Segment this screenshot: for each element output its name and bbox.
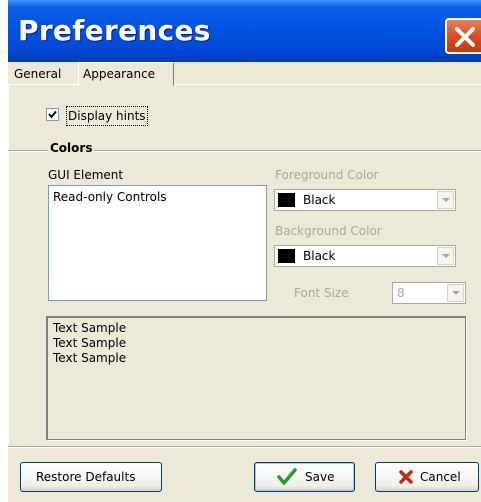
tab-appearance[interactable]: Appearance <box>78 62 174 86</box>
dropdown-arrow[interactable] <box>437 247 454 265</box>
color-swatch <box>278 193 295 207</box>
chevron-down-icon <box>442 198 450 202</box>
cancel-label: Cancel <box>420 470 461 484</box>
colors-group-label: Colors <box>48 141 95 155</box>
close-icon <box>455 27 475 47</box>
tab-strip: General Appearance <box>8 62 481 86</box>
chevron-down-icon <box>452 291 460 295</box>
footer-divider <box>8 447 481 448</box>
restore-defaults-label: Restore Defaults <box>36 470 136 484</box>
dropdown-arrow[interactable] <box>437 191 454 209</box>
restore-defaults-button[interactable]: Restore Defaults <box>20 462 162 492</box>
checkmark-icon <box>277 468 297 485</box>
title-bar[interactable]: Preferences <box>8 0 481 62</box>
panel-border <box>8 84 9 444</box>
chevron-down-icon <box>442 254 450 258</box>
display-hints-label[interactable]: Display hints <box>66 106 148 126</box>
font-size-label: Font Size <box>294 286 349 300</box>
font-size-value: 8 <box>397 286 405 300</box>
sample-text: Text Sample <box>53 351 127 365</box>
tab-border <box>174 84 481 85</box>
close-icon <box>399 470 413 484</box>
gui-element-label: GUI Element <box>48 168 124 182</box>
sample-text: Text Sample <box>53 321 127 335</box>
background-color-value: Black <box>303 249 336 263</box>
foreground-color-value: Black <box>303 193 336 207</box>
text-sample-box: Text Sample Text Sample Text Sample <box>46 316 466 440</box>
tab-border <box>8 84 78 85</box>
gui-element-list[interactable]: Read-only Controls <box>48 185 267 301</box>
background-color-label: Background Color <box>275 224 382 238</box>
color-swatch <box>278 249 295 263</box>
save-label: Save <box>305 470 335 484</box>
sample-text: Text Sample <box>53 336 127 350</box>
foreground-color-label: Foreground Color <box>275 168 379 182</box>
list-item[interactable]: Read-only Controls <box>53 190 167 204</box>
window-title: Preferences <box>18 14 211 47</box>
font-size-select[interactable]: 8 <box>392 282 466 304</box>
foreground-color-select[interactable]: Black <box>274 189 456 211</box>
close-button[interactable] <box>445 18 481 54</box>
save-button[interactable]: Save <box>254 462 355 492</box>
background-color-select[interactable]: Black <box>274 245 456 267</box>
cancel-button[interactable]: Cancel <box>375 462 479 492</box>
display-hints-checkbox[interactable] <box>46 108 59 121</box>
dropdown-arrow[interactable] <box>447 284 464 302</box>
tab-general[interactable]: General <box>10 64 76 84</box>
checkmark-icon <box>48 110 57 119</box>
preferences-dialog: Preferences General Appearance Display h… <box>8 0 481 502</box>
